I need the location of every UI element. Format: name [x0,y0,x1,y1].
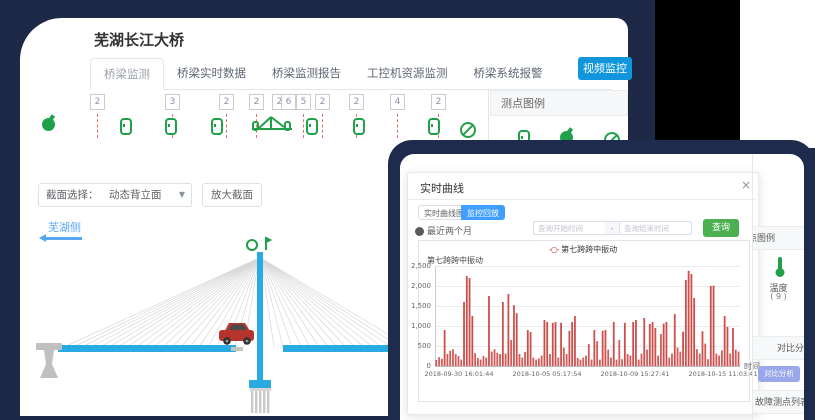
tab-monitor-playback[interactable]: 监控回放 [461,205,505,220]
start-time-input[interactable]: 查询开始时间 [533,221,606,235]
sensor-count-badge: 5 [296,94,311,110]
recent-two-months-radio[interactable] [415,227,424,236]
end-time-input[interactable]: 查询结束时间 [619,221,692,235]
sensor-link-icon[interactable] [120,118,132,135]
anemometer-icon [247,240,257,250]
legend-panel-header: 测点图例 [490,90,628,116]
main-tab-1[interactable]: 桥梁实时数据 [164,58,259,88]
x-axis-tick: 2018-10-09 15:27:41 [595,370,675,378]
chart-title: 第七跨跨中振动 [427,255,483,266]
temperature-count: ( 9 ) [753,292,804,301]
sensor-line [97,114,98,138]
sensor-count-badge: 2 [249,94,264,110]
y-axis-tick: 0 [395,362,431,370]
sensor-line [226,114,227,138]
approach-pier-cap [36,343,62,350]
section-select-label: 截面选择： [46,184,99,206]
deck-joint [231,347,243,351]
dialog-title: 实时曲线 [420,180,464,196]
sensor-count-badge: 2 [349,94,364,110]
background-black-area [655,0,740,148]
sensor-count-badge: 2 [219,94,234,110]
chevron-down-icon: ▼ [179,184,185,206]
background-white-area [740,0,815,148]
section-select-value: 动态背立面 [109,184,162,206]
legend-marker-icon: -○- [549,245,559,254]
close-icon[interactable]: × [741,178,751,192]
y-axis-tick: 2,000 [395,282,431,290]
y-axis-tick: 2,500 [395,262,431,270]
sensor-line [322,114,323,138]
sensor-link-icon[interactable] [353,118,365,135]
pylon-piles [251,391,269,413]
compare-analysis-button[interactable]: 对比分析 [758,366,800,382]
recent-two-months-label: 最近两个月 [427,224,472,237]
fault-list-header: 故障测点列表 [753,390,804,414]
main-tab-bar: 桥梁监测桥梁实时数据桥梁监测报告工控机资源监测桥梁系统报警 [90,58,612,90]
y-axis-tick: 500 [395,342,431,350]
bridge-side-label: 芜湖侧 [48,219,81,235]
stopwatch-icon[interactable] [42,118,55,131]
main-tab-4[interactable]: 桥梁系统报警 [461,58,556,88]
main-tab-0[interactable]: 桥梁监测 [90,58,164,90]
pylon-crossbeam [249,380,271,388]
sensor-count-badge: 4 [390,94,405,110]
bridge-illustration [28,234,410,416]
chart-legend[interactable]: -○- 第七跨跨中振动 [418,244,748,255]
no-entry-icon[interactable] [460,122,476,138]
bridge-crane-icon[interactable] [251,114,293,136]
chart-plot-area: 2,5002,0001,5001,00050002018-09-30 16:01… [435,266,740,366]
sensor-link-icon[interactable] [306,118,318,135]
video-monitor-button[interactable]: 视频监控 [578,57,632,80]
sensor-count-badge: 2 [315,94,330,110]
thermometer-icon[interactable] [773,256,787,278]
dialog-header-divider [408,199,756,200]
wind-vane-icon [266,238,270,250]
section-select[interactable]: 截面选择： 动态背立面 ▼ [38,183,192,207]
sensor-count-badge: 2 [431,94,446,110]
y-axis-tick: 1,000 [395,322,431,330]
right-panel-legend-header: 测点图例 [753,226,804,250]
main-tab-3[interactable]: 工控机资源监测 [354,58,461,88]
zoom-section-button[interactable]: 放大截面 [202,183,262,207]
time-range-separator: - [605,221,619,235]
sensor-count-badge: 3 [165,94,180,110]
sensor-line [303,114,304,138]
x-axis-tick: 2018-09-30 16:01:44 [419,370,499,378]
chart-series-bars [435,266,740,370]
sensor-line [397,114,398,138]
query-button[interactable]: 查询 [703,219,739,237]
sensor-count-badge: 2 [90,94,105,110]
screenshot-canvas: 芜湖长江大桥 桥梁监测桥梁实时数据桥梁监测报告工控机资源监测桥梁系统报警 视频监… [0,0,815,420]
sensor-link-icon[interactable] [165,118,177,135]
main-tab-2[interactable]: 桥梁监测报告 [259,58,354,88]
page-title: 芜湖长江大桥 [94,29,184,50]
sensor-link-icon[interactable] [428,118,440,135]
pile-cap [250,388,271,391]
compare-section-header: 对比分析 [753,336,804,360]
bridge-deck-left [58,345,236,352]
legend-label: 第七跨跨中振动 [561,245,617,254]
approach-pier [40,350,58,378]
y-axis-tick: 1,500 [395,302,431,310]
bridge-pylon [257,252,263,386]
sensor-link-icon[interactable] [211,118,223,135]
x-axis-tick: 2018-10-05 05:17:54 [507,370,587,378]
sensor-count-badge: 6 [281,94,296,110]
